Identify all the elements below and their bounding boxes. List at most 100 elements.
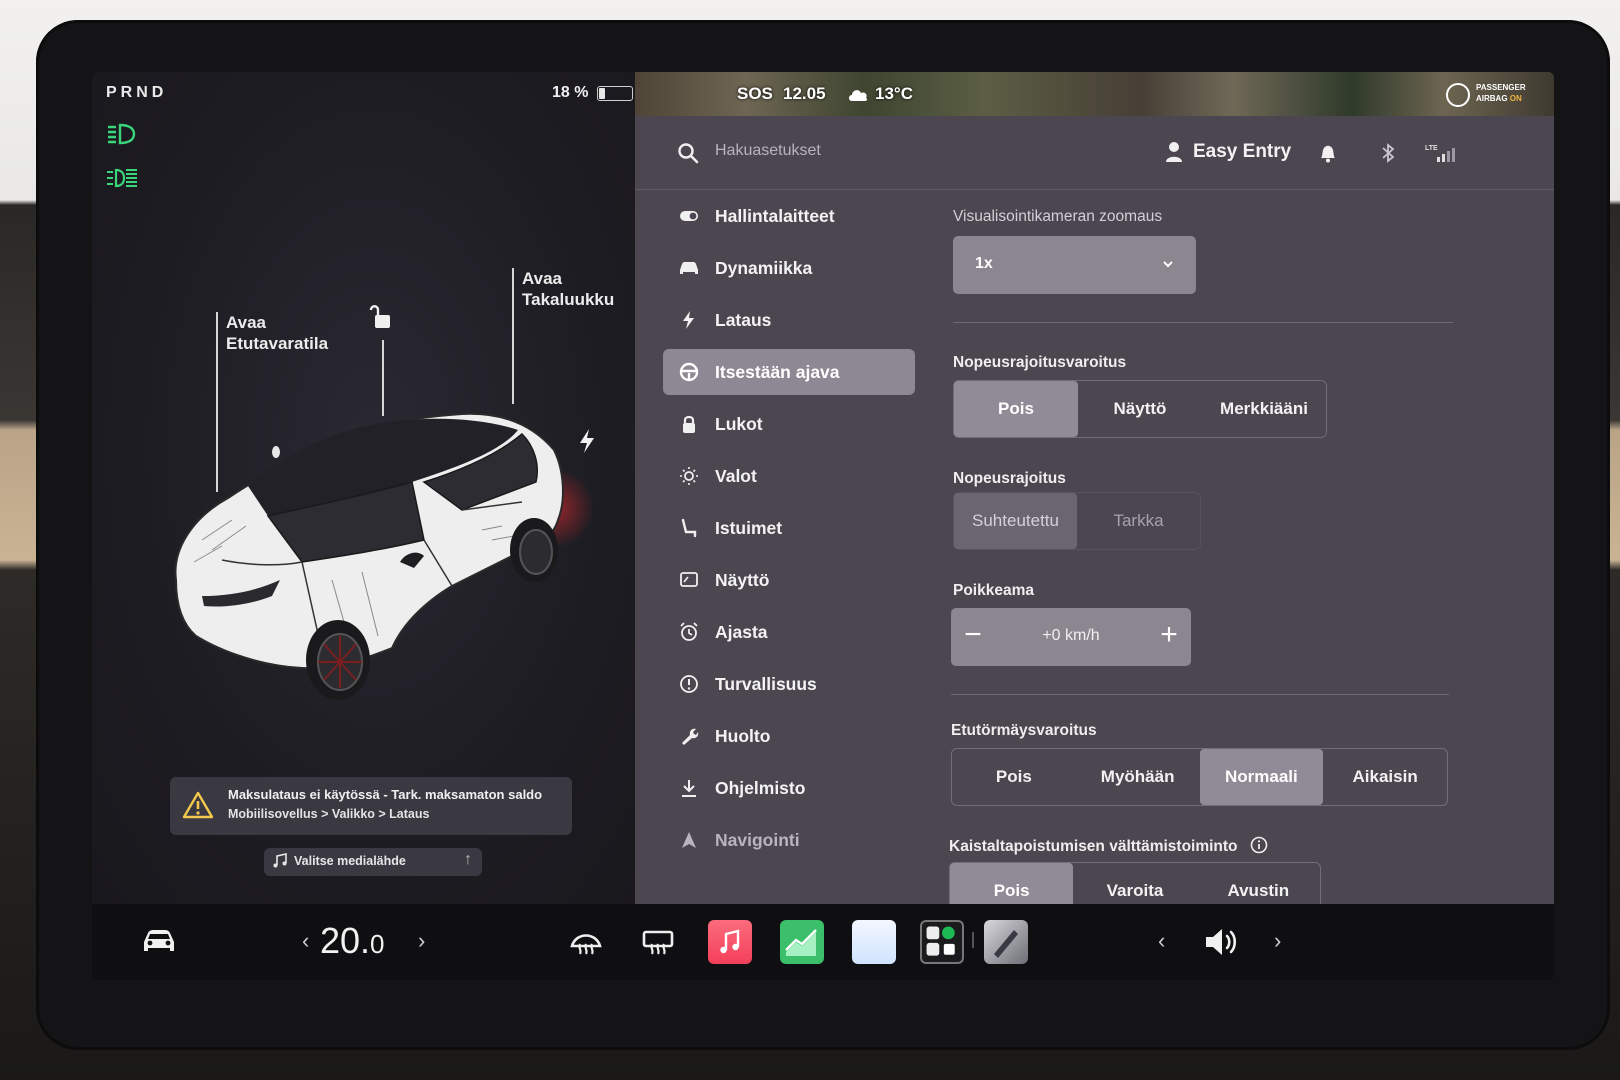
offset-label: Poikkeama: [953, 582, 1034, 599]
collision-warning-option[interactable]: Myöhään: [1076, 749, 1200, 805]
collision-warning-label: Etutörmäysvaroitus: [951, 722, 1097, 739]
trunk-callout-line2: Takaluukku: [522, 290, 615, 309]
zoom-label: Visualisointikameran zoomaus: [953, 208, 1163, 225]
media-source-button[interactable]: Valitse medialähde ↑: [264, 848, 482, 876]
speed-warning-option[interactable]: Näyttö: [1078, 381, 1202, 437]
sidebar-item-label: Huolto: [715, 725, 771, 746]
vehicle-illustration: [174, 412, 592, 700]
temperature-decimal: 0: [370, 929, 385, 959]
media-source-label: Valitse medialähde: [294, 854, 406, 868]
bottom-dock: ‹ 20.0 › ‹ ›: [92, 904, 1554, 980]
previous-button[interactable]: ‹: [1158, 928, 1165, 954]
speed-limit-label: Nopeusrajoitus: [953, 470, 1066, 487]
settings-search-input[interactable]: [715, 136, 1035, 166]
collision-warning-option[interactable]: Pois: [952, 749, 1076, 805]
frunk-callout-line1: Avaa: [226, 313, 267, 332]
sidebar-item-hallintalaitteet[interactable]: Hallintalaitteet: [663, 190, 915, 242]
sidebar-item-label: Itsestään ajava: [715, 361, 840, 382]
sidebar-item-label: Istuimet: [715, 517, 783, 538]
cloud-icon: [849, 90, 868, 101]
speed-limit-option[interactable]: Tarkka: [1077, 493, 1200, 549]
lane-departure-label: Kaistaltapoistumisen välttämistoiminto: [949, 836, 1268, 856]
collision-warning-option[interactable]: Aikaisin: [1323, 749, 1447, 805]
lock-icon: [683, 415, 695, 433]
cabin-temperature[interactable]: 20.0: [320, 920, 385, 962]
sidebar-item-istuimet[interactable]: Istuimet: [663, 502, 915, 554]
fog-light-icon[interactable]: [106, 166, 138, 190]
bell-icon[interactable]: [1317, 142, 1339, 164]
app-launcher-icon[interactable]: [920, 920, 964, 964]
gear-indicator: PRND: [106, 84, 168, 101]
airbag-label-line2: AIRBAG ON: [1476, 94, 1522, 103]
calendar-app-icon[interactable]: [852, 920, 896, 964]
collision-warning-option[interactable]: Normaali: [1199, 749, 1324, 805]
sidebar-item-itsestään-ajava[interactable]: Itsestään ajava: [663, 349, 915, 395]
sidebar-item-label: Näyttö: [715, 569, 770, 590]
search-icon[interactable]: [677, 142, 699, 164]
sidebar-item-label: Turvallisuus: [715, 673, 817, 694]
sidebar-item-label: Lataus: [715, 309, 772, 330]
bluetooth-icon[interactable]: [1377, 142, 1399, 164]
sidebar-item-label: Lukot: [715, 413, 763, 434]
airbag-label-line1: PASSENGER: [1476, 83, 1526, 92]
speed-warning-selector: Pois Näyttö Merkkiääni: [953, 380, 1327, 438]
sidebar-item-label: Dynamiikka: [715, 257, 813, 278]
offset-stepper: − +0 km/h +: [951, 608, 1191, 666]
settings-pane: SOS 12.05 13°C PASSENGER AIRBAG ON Hakua…: [635, 72, 1554, 920]
headlight-icon[interactable]: [106, 122, 138, 146]
bolt-icon: [683, 311, 694, 329]
sidebar-item-näyttö[interactable]: Näyttö: [663, 554, 915, 606]
trunk-callout[interactable]: Avaa Takaluukku: [522, 268, 614, 310]
speed-warning-option[interactable]: Pois: [954, 381, 1078, 437]
volume-icon[interactable]: [1202, 924, 1242, 960]
info-icon[interactable]: [1250, 836, 1268, 854]
speed-warning-option[interactable]: Merkkiääni: [1202, 381, 1326, 437]
vehicle-pane: PRND 18 % Avaa Etutavaratila Avaa Takalu…: [92, 72, 655, 904]
airbag-on-label: ON: [1509, 94, 1522, 103]
rear-defrost-icon[interactable]: [636, 920, 680, 964]
passenger-airbag-status: PASSENGER AIRBAG ON: [1446, 82, 1546, 108]
sidebar-item-ohjelmisto[interactable]: Ohjelmisto: [663, 762, 915, 814]
wrench-icon: [682, 728, 699, 745]
sidebar-item-valot[interactable]: Valot: [663, 450, 915, 502]
display-icon: [680, 572, 698, 587]
sidebar-item-label: Ajasta: [715, 621, 768, 642]
sidebar-item-ajasta[interactable]: Ajasta: [663, 606, 915, 658]
next-button[interactable]: ›: [1274, 928, 1281, 954]
front-defrost-icon[interactable]: [564, 920, 608, 964]
charging-alert[interactable]: Maksulataus ei käytössä - Tark. maksamat…: [170, 777, 572, 835]
steering-wheel-icon: [679, 362, 699, 382]
increase-button[interactable]: +: [1153, 620, 1185, 652]
energy-app-icon[interactable]: [780, 920, 824, 964]
seat-icon: [681, 518, 697, 538]
sidebar-item-huolto[interactable]: Huolto: [663, 710, 915, 762]
sidebar-item-navigointi[interactable]: Navigointi: [663, 814, 915, 866]
sun-icon: [680, 467, 698, 485]
recent-app-icon[interactable]: [984, 920, 1028, 964]
frunk-callout-line2: Etutavaratila: [226, 334, 329, 353]
status-bar: SOS 12.05 13°C PASSENGER AIRBAG ON: [635, 72, 1554, 116]
car-controls-icon[interactable]: [140, 926, 178, 956]
frunk-callout[interactable]: Avaa Etutavaratila: [226, 312, 328, 354]
svg-text:LTE: LTE: [1425, 145, 1438, 152]
alarm-clock-icon: [680, 622, 698, 641]
download-icon: [682, 780, 696, 797]
battery-fill: [599, 88, 605, 99]
speed-warning-label: Nopeusrajoitusvaroitus: [953, 354, 1127, 371]
sidebar-item-lukot[interactable]: Lukot: [663, 398, 915, 450]
temp-down-button[interactable]: ‹: [302, 928, 309, 954]
touchscreen: PRND 18 % Avaa Etutavaratila Avaa Takalu…: [92, 72, 1554, 980]
sidebar-item-turvallisuus[interactable]: Turvallisuus: [663, 658, 915, 710]
zoom-dropdown[interactable]: 1x: [953, 236, 1196, 294]
sidebar-item-dynamiikka[interactable]: Dynamiikka: [663, 242, 915, 294]
clock: 12.05: [783, 84, 826, 103]
alert-title: Maksulataus ei käytössä - Tark. maksamat…: [228, 787, 543, 802]
airbag-label-text: AIRBAG: [1476, 94, 1510, 103]
sidebar-item-lataus[interactable]: Lataus: [663, 294, 915, 346]
grid-icon: [926, 926, 955, 956]
unlock-icon[interactable]: [367, 302, 395, 332]
music-app-icon[interactable]: [708, 920, 752, 964]
collision-warning-selector: Pois Myöhään Normaali Aikaisin: [951, 748, 1448, 806]
temp-up-button[interactable]: ›: [418, 928, 425, 954]
speed-limit-option[interactable]: Suhteutettu: [954, 493, 1077, 549]
